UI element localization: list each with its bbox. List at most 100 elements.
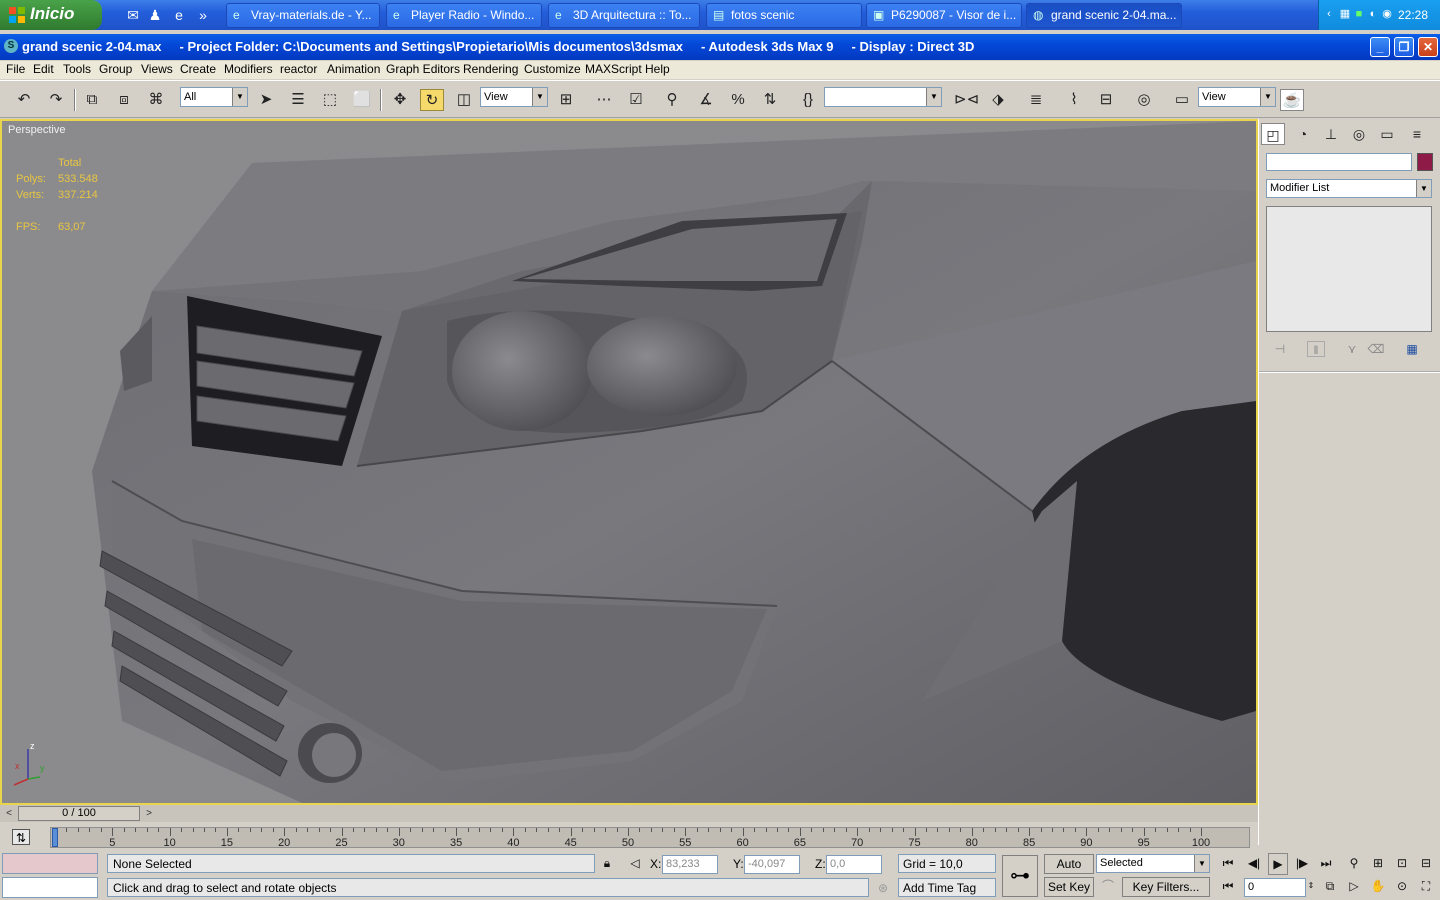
set-key-button[interactable]: Set Key	[1044, 877, 1094, 897]
select-and-manipulate-icon[interactable]: ⋯	[592, 89, 616, 111]
restore-button[interactable]: ❐	[1394, 37, 1414, 57]
current-time-marker[interactable]	[52, 828, 58, 847]
mirror-icon[interactable]: ⊳⊲	[954, 89, 979, 111]
network-icon[interactable]: ▦	[1339, 8, 1351, 20]
default-in-out-tangents-icon[interactable]: ⌒	[1098, 876, 1118, 896]
window-title-bar[interactable]: S grand scenic 2-04.max - Project Folder…	[0, 34, 1440, 60]
modifier-stack[interactable]	[1266, 206, 1432, 332]
bind-to-space-warp-icon[interactable]: ⌘	[144, 89, 168, 111]
object-name-field[interactable]	[1266, 153, 1412, 171]
menu-views[interactable]: Views	[141, 62, 173, 76]
reference-coordinate-dropdown[interactable]: View ▼	[480, 87, 548, 107]
play-icon[interactable]: ▶	[1268, 853, 1288, 875]
quick-render-icon[interactable]: ☕	[1280, 89, 1304, 111]
menu-modifiers[interactable]: Modifiers	[224, 62, 273, 76]
time-slider-next[interactable]: >	[142, 806, 156, 821]
taskbar-button-vray[interactable]: e Vray-materials.de - Y...	[226, 3, 380, 28]
current-frame-field[interactable]: 0	[1244, 878, 1306, 897]
key-mode-toggle-icon[interactable]: ⏮	[1218, 876, 1238, 896]
track-bar[interactable]: 0510152025303540455055606570758085909510…	[50, 827, 1250, 849]
minimize-button[interactable]: _	[1370, 37, 1390, 57]
menu-tools[interactable]: Tools	[63, 62, 91, 76]
menu-rendering[interactable]: Rendering	[463, 62, 518, 76]
menu-create[interactable]: Create	[180, 62, 216, 76]
battery-icon[interactable]: ■	[1353, 8, 1365, 20]
add-time-tag[interactable]: Add Time Tag	[898, 878, 996, 897]
select-and-move-icon[interactable]: ✥	[388, 89, 412, 111]
arc-rotate-icon[interactable]: ⊙	[1392, 876, 1412, 896]
taskbar-button-3darq[interactable]: e 3D Arquitectura :: To...	[548, 3, 700, 28]
chevron-more-icon[interactable]: »	[194, 6, 212, 24]
menu-customize[interactable]: Customize	[524, 62, 581, 76]
named-selection-sets-dropdown[interactable]: ▼	[824, 87, 942, 107]
keyboard-shortcut-override-icon[interactable]: ☑	[624, 89, 648, 111]
clock[interactable]: 22:28	[1398, 8, 1428, 22]
tab-create[interactable]: ◰	[1261, 123, 1285, 145]
curve-editor-icon[interactable]: ⌇	[1062, 89, 1086, 111]
zoom-extents-all-icon[interactable]: ⊟	[1416, 853, 1436, 873]
set-key-big-icon[interactable]: ⊶	[1002, 855, 1038, 897]
3dsmax-icon[interactable]: S	[4, 39, 18, 53]
menu-edit[interactable]: Edit	[33, 62, 54, 76]
auto-key-button[interactable]: Auto Key	[1044, 854, 1094, 889]
select-by-name-icon[interactable]: ☰	[286, 89, 310, 111]
go-to-start-icon[interactable]: ⏮	[1218, 853, 1238, 873]
key-mode-dropdown[interactable]: Selected ▼	[1096, 854, 1210, 873]
selection-filter-dropdown[interactable]: All ▼	[180, 87, 248, 107]
volume-icon[interactable]: ◐	[1367, 8, 1379, 20]
unlink-selection-icon[interactable]: ⧈	[112, 89, 136, 111]
internet-explorer-icon[interactable]: e	[170, 6, 188, 24]
time-slider-thumb[interactable]: 0 / 100	[18, 806, 140, 821]
tab-hierarchy[interactable]: ⊥	[1319, 123, 1343, 145]
tray-arrow-icon[interactable]: ‹	[1323, 8, 1335, 20]
lock-selection-icon[interactable]: 🔒︎	[598, 853, 616, 873]
select-object-icon[interactable]: ➤	[254, 89, 278, 111]
menu-animation[interactable]: Animation	[327, 62, 380, 76]
viewport-label[interactable]: Perspective	[8, 124, 65, 136]
edit-named-selection-icon[interactable]: {}	[796, 89, 820, 111]
taskbar-button-visor[interactable]: ▣ P6290087 - Visor de i...	[866, 3, 1022, 28]
menu-group[interactable]: Group	[99, 62, 132, 76]
previous-frame-icon[interactable]: ◀|	[1244, 853, 1264, 873]
taskbar-button-3dsmax[interactable]: ◍ grand scenic 2-04.ma...	[1026, 3, 1182, 28]
menu-maxscript[interactable]: MAXScript	[585, 62, 642, 76]
taskbar-button-radio[interactable]: e Player Radio - Windo...	[386, 3, 542, 28]
redo-icon[interactable]: ↷	[44, 89, 68, 111]
adaptive-degradation-icon[interactable]: ⊛	[874, 878, 892, 898]
key-filters-button[interactable]: Key Filters...	[1122, 877, 1210, 897]
undo-icon[interactable]: ↶	[12, 89, 36, 111]
go-to-end-icon[interactable]: ⏭	[1316, 853, 1336, 873]
use-pivot-point-center-icon[interactable]: ⊞	[554, 89, 578, 111]
x-coordinate-field[interactable]: 83,233	[662, 855, 718, 874]
remove-modifier-icon[interactable]: ⌫	[1367, 341, 1385, 357]
next-frame-icon[interactable]: |▶	[1292, 853, 1312, 873]
z-coordinate-field[interactable]: 0,0	[826, 855, 882, 874]
time-slider[interactable]: < 0 / 100 >	[0, 805, 1258, 822]
show-end-result-icon[interactable]: ‖	[1307, 341, 1325, 357]
perspective-viewport[interactable]: Perspective Total Polys: 533.548 Verts: …	[0, 119, 1258, 805]
render-view-dropdown[interactable]: View ▼	[1198, 87, 1276, 107]
render-scene-icon[interactable]: ▭	[1170, 89, 1194, 111]
outlook-icon[interactable]: ✉	[124, 6, 142, 24]
object-color-swatch[interactable]	[1417, 153, 1433, 171]
pan-view-icon[interactable]: ✋	[1368, 876, 1388, 896]
taskbar-button-fotos[interactable]: ▤ fotos scenic	[706, 3, 862, 28]
menu-graph-editors[interactable]: Graph Editors	[386, 62, 460, 76]
frame-spinner-icon[interactable]: ⇕	[1306, 876, 1316, 896]
maximize-viewport-icon[interactable]: ⛶	[1416, 876, 1436, 896]
select-and-link-icon[interactable]: ⧉	[80, 89, 104, 111]
schematic-view-icon[interactable]: ⊟	[1094, 89, 1118, 111]
maxscript-input-mini[interactable]	[2, 877, 98, 898]
security-icon[interactable]: ◉	[1381, 8, 1393, 20]
select-and-scale-icon[interactable]: ◫	[452, 89, 476, 111]
y-coordinate-field[interactable]: -40,097	[744, 855, 800, 874]
close-button[interactable]: ✕	[1418, 37, 1438, 57]
layer-manager-icon[interactable]: ≣	[1024, 89, 1048, 111]
quicklaunch-app-icon[interactable]: ♟	[146, 6, 164, 24]
menu-help[interactable]: Help	[645, 62, 670, 76]
time-configuration-icon[interactable]: ⧉	[1320, 876, 1340, 896]
align-icon[interactable]: ⬗	[986, 89, 1010, 111]
select-and-rotate-icon[interactable]: ↻	[420, 89, 444, 111]
material-editor-icon[interactable]: ◎	[1132, 89, 1156, 111]
angle-snap-icon[interactable]: ∡	[694, 89, 718, 111]
